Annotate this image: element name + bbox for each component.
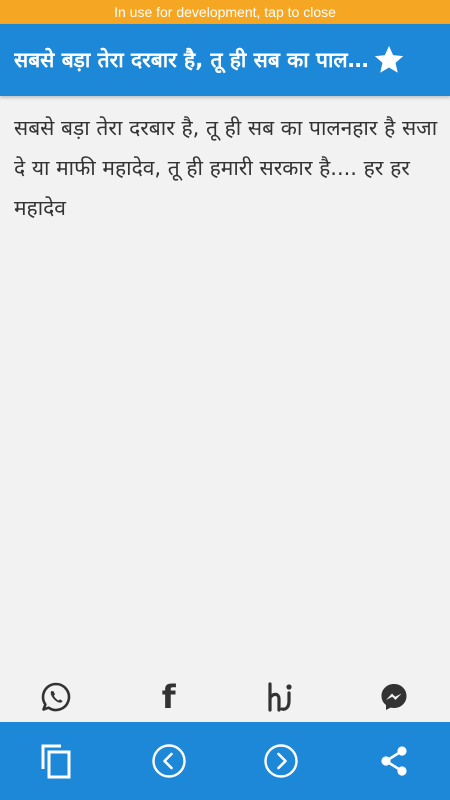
page-title: सबसे बड़ा तेरा दरबार है, तू ही सब का पाल… [14, 48, 369, 72]
copy-icon [41, 744, 71, 779]
development-banner[interactable]: In use for development, tap to close [0, 0, 450, 24]
app-bar: सबसे बड़ा तेरा दरबार है, तू ही सब का पाल… [0, 24, 450, 96]
facebook-icon: f [161, 678, 176, 716]
hike-share-button[interactable] [225, 672, 338, 722]
facebook-share-button[interactable]: f [113, 672, 226, 722]
hike-icon [268, 682, 292, 712]
messenger-share-button[interactable] [338, 672, 450, 722]
status-text: सबसे बड़ा तेरा दरबार है, तू ही सब का पाल… [14, 116, 438, 220]
bottom-navigation [0, 722, 450, 800]
previous-icon [152, 744, 186, 778]
previous-button[interactable] [113, 722, 226, 800]
messenger-icon [381, 684, 407, 710]
copy-button[interactable] [0, 722, 113, 800]
favorite-button[interactable] [369, 40, 409, 80]
development-banner-text: In use for development, tap to close [114, 4, 336, 20]
whatsapp-share-button[interactable] [0, 672, 113, 722]
share-button[interactable] [338, 722, 450, 800]
share-row: f [0, 672, 450, 722]
star-icon [374, 45, 404, 73]
whatsapp-icon [41, 682, 71, 712]
share-icon [381, 746, 407, 776]
next-icon [264, 744, 298, 778]
next-button[interactable] [225, 722, 338, 800]
